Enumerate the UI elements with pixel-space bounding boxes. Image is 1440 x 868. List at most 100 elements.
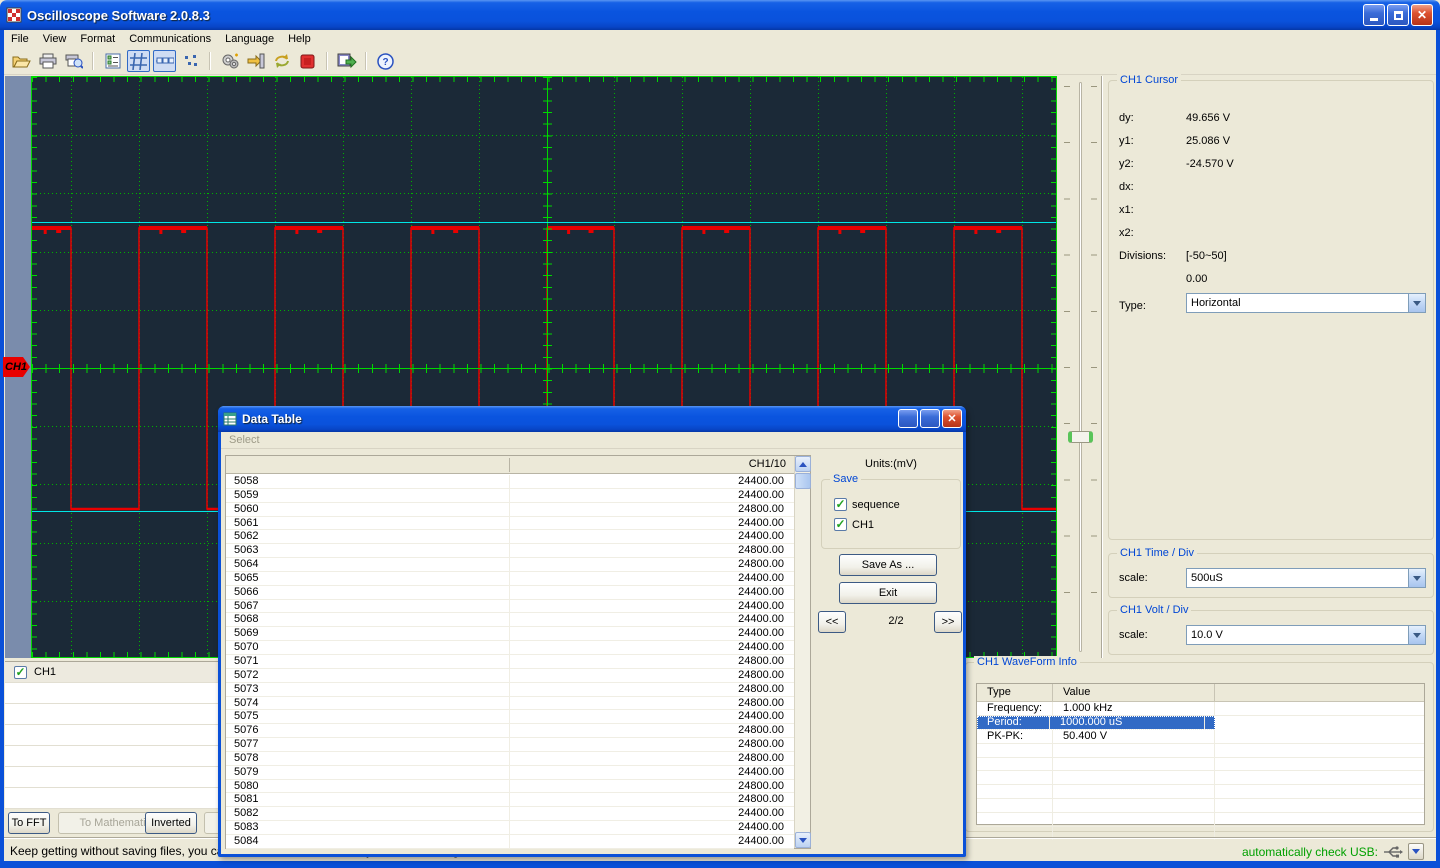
waveform-info-row[interactable] xyxy=(977,799,1424,813)
ch1-checkbox-row[interactable]: ✓ CH1 xyxy=(834,518,874,531)
table-row[interactable]: 508224400.00 xyxy=(226,807,794,821)
menu-language[interactable]: Language xyxy=(218,31,281,47)
table-row[interactable]: 507724800.00 xyxy=(226,738,794,752)
menu-file[interactable]: File xyxy=(4,31,36,47)
dialog-title-bar: Data Table ✕ xyxy=(218,406,966,432)
waveform-info-row[interactable] xyxy=(977,758,1424,772)
prev-page-button[interactable]: << xyxy=(818,611,846,633)
save-as-button[interactable]: Save As ... xyxy=(839,554,937,576)
table-row[interactable]: 506124400.00 xyxy=(226,517,794,531)
maximize-button[interactable] xyxy=(1387,4,1409,26)
scroll-up-icon[interactable] xyxy=(795,456,811,472)
import-icon[interactable] xyxy=(244,50,267,72)
open-folder-icon[interactable] xyxy=(10,50,33,72)
slider-track[interactable] xyxy=(1079,82,1082,652)
table-row[interactable]: 506824400.00 xyxy=(226,613,794,627)
dots-line-icon[interactable] xyxy=(153,50,176,72)
settings-gears-icon[interactable] xyxy=(218,50,241,72)
scrollbar[interactable] xyxy=(794,456,810,848)
cursor-field-label: y2: xyxy=(1119,158,1134,170)
select-menu[interactable]: Select xyxy=(221,432,963,449)
waveform-info-row[interactable] xyxy=(977,744,1424,758)
table-row[interactable]: 506424800.00 xyxy=(226,558,794,572)
table-row[interactable]: 506324800.00 xyxy=(226,544,794,558)
table-row[interactable]: 505924400.00 xyxy=(226,489,794,503)
dialog-maximize-button[interactable] xyxy=(920,409,940,428)
menu-communications[interactable]: Communications xyxy=(122,31,218,47)
window-border xyxy=(0,861,1440,868)
waveform-info-row[interactable] xyxy=(977,813,1424,827)
menu-view[interactable]: View xyxy=(36,31,74,47)
help-icon[interactable]: ? xyxy=(374,50,397,72)
table-row[interactable]: 508024800.00 xyxy=(226,780,794,794)
save-group: Save ✓ sequence ✓ CH1 xyxy=(821,479,961,549)
column-header[interactable]: Type xyxy=(977,684,1053,701)
cursor-field-value: [-50~50] xyxy=(1186,250,1227,262)
data-table-icon xyxy=(223,412,237,426)
time-div-select[interactable]: 500uS xyxy=(1186,568,1426,588)
export-record-icon[interactable] xyxy=(335,50,358,72)
inverted-button[interactable]: Inverted xyxy=(145,812,197,834)
chevron-down-icon[interactable] xyxy=(1408,626,1425,644)
column-header[interactable]: Value xyxy=(1053,684,1215,701)
table-row[interactable]: 506624400.00 xyxy=(226,586,794,600)
checkbox-checked-icon[interactable]: ✓ xyxy=(834,518,847,531)
table-row[interactable]: 507624800.00 xyxy=(226,724,794,738)
print-preview-icon[interactable] xyxy=(62,50,85,72)
menu-format[interactable]: Format xyxy=(73,31,122,47)
table-row[interactable]: 507524400.00 xyxy=(226,710,794,724)
waveform-info-row[interactable] xyxy=(977,785,1424,799)
scroll-thumb[interactable] xyxy=(795,473,811,489)
checkbox-checked-icon[interactable]: ✓ xyxy=(834,498,847,511)
grid-icon[interactable] xyxy=(127,50,150,72)
chevron-down-icon[interactable] xyxy=(1408,569,1425,587)
table-row[interactable]: 506924400.00 xyxy=(226,627,794,641)
channel-list-icon[interactable] xyxy=(101,50,124,72)
table-row[interactable]: 506724400.00 xyxy=(226,600,794,614)
table-row[interactable]: 506224400.00 xyxy=(226,530,794,544)
table-row[interactable]: 508324400.00 xyxy=(226,821,794,835)
waveform-info-row[interactable]: Frequency:1.000 kHz xyxy=(977,702,1424,716)
table-row[interactable]: 506524400.00 xyxy=(226,572,794,586)
waveform-info-row[interactable]: Period:1000.000 uS xyxy=(977,716,1215,730)
toolbar: ? xyxy=(4,48,1436,75)
scroll-down-icon[interactable] xyxy=(795,832,811,848)
table-row[interactable]: 508124800.00 xyxy=(226,793,794,807)
ch1-time-div-group: CH1 Time / Div scale: 500uS xyxy=(1108,553,1434,598)
chevron-down-icon[interactable] xyxy=(1408,294,1425,312)
table-row[interactable]: 506024800.00 xyxy=(226,503,794,517)
stop-icon[interactable] xyxy=(296,50,319,72)
table-row[interactable]: 507324800.00 xyxy=(226,683,794,697)
table-row[interactable]: 507124800.00 xyxy=(226,655,794,669)
slider-thumb[interactable] xyxy=(1068,431,1093,443)
minimize-button[interactable] xyxy=(1363,4,1385,26)
next-page-button[interactable]: >> xyxy=(934,611,962,633)
usb-check-toggle[interactable] xyxy=(1408,843,1424,860)
cursor-type-value: Horizontal xyxy=(1187,297,1408,309)
table-row[interactable]: 507424800.00 xyxy=(226,697,794,711)
refresh-icon[interactable] xyxy=(270,50,293,72)
table-row[interactable]: 507224800.00 xyxy=(226,669,794,683)
waveform-info-row[interactable] xyxy=(977,771,1424,785)
scatter-dots-icon[interactable] xyxy=(179,50,202,72)
table-row[interactable]: 507924400.00 xyxy=(226,766,794,780)
table-row[interactable]: 508424400.00 xyxy=(226,835,794,849)
dialog-close-button[interactable]: ✕ xyxy=(942,409,962,428)
table-row[interactable]: 505824400.00 xyxy=(226,475,794,489)
menu-help[interactable]: Help xyxy=(281,31,318,47)
dialog-minimize-button[interactable] xyxy=(898,409,918,428)
volt-div-select[interactable]: 10.0 V xyxy=(1186,625,1426,645)
ch1-volt-div-group: CH1 Volt / Div scale: 10.0 V xyxy=(1108,610,1434,655)
checkbox-checked-icon[interactable]: ✓ xyxy=(14,666,27,679)
column-header[interactable] xyxy=(1215,684,1424,701)
column-header[interactable]: CH1/10 xyxy=(749,458,786,470)
table-row[interactable]: 507824800.00 xyxy=(226,752,794,766)
sequence-checkbox-row[interactable]: ✓ sequence xyxy=(834,498,900,511)
waveform-info-row[interactable]: PK-PK:50.400 V xyxy=(977,730,1424,744)
print-icon[interactable] xyxy=(36,50,59,72)
close-button[interactable]: ✕ xyxy=(1411,4,1433,26)
cursor-type-select[interactable]: Horizontal xyxy=(1186,293,1426,313)
to-fft-button[interactable]: To FFT xyxy=(8,812,50,834)
table-row[interactable]: 507024400.00 xyxy=(226,641,794,655)
exit-button[interactable]: Exit xyxy=(839,582,937,604)
